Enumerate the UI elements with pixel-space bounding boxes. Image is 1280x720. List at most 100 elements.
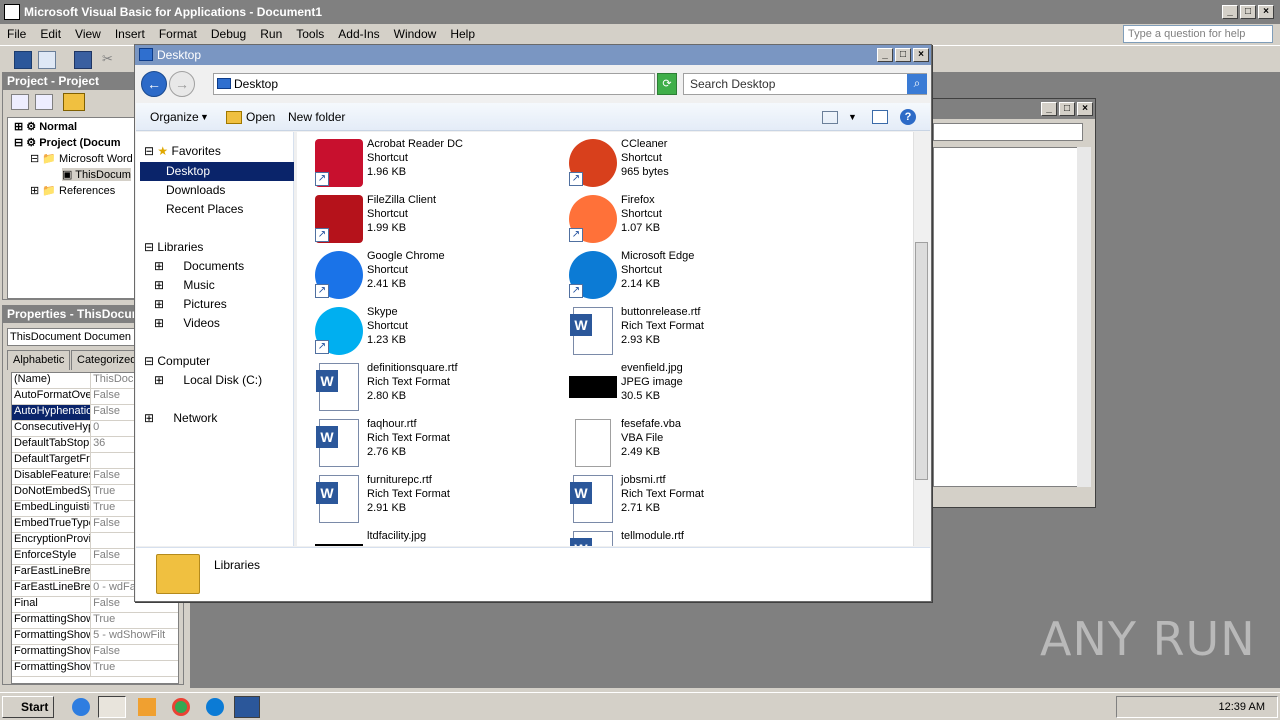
nav-computer[interactable]: ⊟ Computer: [144, 354, 210, 368]
file-item[interactable]: ltdfacility.jpg: [297, 528, 547, 546]
blank-file-icon: [575, 419, 611, 467]
file-list-scrollbar[interactable]: [913, 132, 929, 546]
file-item[interactable]: ↗ FileZilla Client Shortcut 1.99 KB: [297, 192, 547, 246]
file-item[interactable]: Wfurniturepc.rtf Rich Text Format 2.91 KB: [297, 472, 547, 526]
menu-view[interactable]: View: [68, 24, 108, 44]
property-row[interactable]: FormattingShow True: [12, 661, 178, 677]
file-item[interactable]: ↗ CCleaner Shortcut 965 bytes: [551, 136, 801, 190]
property-row[interactable]: FormattingShow 5 - wdShowFilt: [12, 629, 178, 645]
file-item[interactable]: ↗ Acrobat Reader DC Shortcut 1.96 KB: [297, 136, 547, 190]
menu-format[interactable]: Format: [152, 24, 204, 44]
nav-desktop[interactable]: Desktop: [140, 162, 294, 181]
property-value[interactable]: True: [91, 661, 178, 676]
organize-button[interactable]: Organize: [150, 110, 199, 124]
nav-pictures[interactable]: ⊞ Pictures: [154, 297, 227, 311]
code-minimize-icon[interactable]: _: [1041, 102, 1057, 116]
property-value[interactable]: 5 - wdShowFilt: [91, 629, 178, 644]
nav-favorites[interactable]: ⊟ ★ Favorites: [144, 144, 221, 158]
search-icon[interactable]: ⌕: [907, 74, 927, 94]
file-item[interactable]: ↗ Firefox Shortcut 1.07 KB: [551, 192, 801, 246]
view-code-icon[interactable]: [11, 94, 29, 110]
file-item[interactable]: Wjobsmi.rtf Rich Text Format 2.71 KB: [551, 472, 801, 526]
tab-categorized[interactable]: Categorized: [71, 350, 143, 370]
nav-music[interactable]: ⊞ Music: [154, 278, 215, 292]
code-maximize-icon[interactable]: □: [1059, 102, 1075, 116]
nav-documents[interactable]: ⊞ Documents: [154, 259, 244, 273]
property-row[interactable]: FormattingShow False: [12, 645, 178, 661]
tab-alphabetic[interactable]: Alphabetic: [7, 350, 71, 370]
preview-pane-icon[interactable]: [872, 110, 888, 124]
property-row[interactable]: FormattingShow True: [12, 613, 178, 629]
forward-icon[interactable]: →: [169, 71, 195, 97]
ie-icon[interactable]: [72, 698, 90, 716]
tree-node-project[interactable]: ⊟ ⚙ Project (Docum: [14, 136, 121, 149]
code-scrollbar[interactable]: [1077, 147, 1091, 487]
property-value[interactable]: True: [91, 613, 178, 628]
nav-videos[interactable]: ⊞ Videos: [154, 316, 220, 330]
nav-local-disk[interactable]: ⊞ Local Disk (C:): [154, 373, 262, 387]
change-view-icon[interactable]: [822, 111, 838, 124]
nav-libraries[interactable]: ⊟ Libraries: [144, 240, 203, 254]
explorer-taskbar-icon[interactable]: [98, 696, 126, 718]
tree-node-references[interactable]: ⊞ 📁 References: [30, 184, 115, 197]
cut-icon[interactable]: ✂: [102, 51, 120, 69]
properties-object-select[interactable]: ThisDocument Documen: [7, 328, 135, 346]
close-icon[interactable]: ×: [1258, 5, 1274, 19]
view-chevron-down-icon[interactable]: ▼: [848, 112, 857, 122]
insert-form-icon[interactable]: [38, 51, 56, 69]
code-editor[interactable]: [933, 147, 1081, 487]
menu-addins[interactable]: Add-Ins: [331, 24, 386, 44]
property-value[interactable]: False: [91, 645, 178, 660]
file-item[interactable]: ↗ Skype Shortcut 1.23 KB: [297, 304, 547, 358]
file-item[interactable]: fesefafe.vba VBA File 2.49 KB: [551, 416, 801, 470]
tree-node-thisdocument[interactable]: ▣ ThisDocum: [62, 168, 131, 181]
scrollbar-thumb[interactable]: [915, 242, 928, 480]
file-item[interactable]: evenfield.jpg JPEG image 30.5 KB: [551, 360, 801, 414]
menu-tools[interactable]: Tools: [289, 24, 331, 44]
menu-insert[interactable]: Insert: [108, 24, 152, 44]
word-icon[interactable]: [14, 51, 32, 69]
explorer-minimize-icon[interactable]: _: [877, 48, 893, 62]
explorer-close-icon[interactable]: ×: [913, 48, 929, 62]
nav-downloads[interactable]: Downloads: [166, 183, 225, 197]
nav-recent-places[interactable]: Recent Places: [166, 202, 243, 216]
tree-node-word-objects[interactable]: ⊟ 📁 Microsoft Word: [30, 152, 133, 165]
search-input[interactable]: Search Desktop: [683, 73, 927, 95]
back-icon[interactable]: ←: [141, 71, 167, 97]
edge-taskbar-icon[interactable]: [206, 698, 224, 716]
nav-network[interactable]: ⊞ Network: [144, 411, 217, 425]
open-button[interactable]: Open: [246, 110, 275, 124]
help-icon[interactable]: ?: [900, 109, 916, 125]
save-icon[interactable]: [74, 51, 92, 69]
ask-question-input[interactable]: Type a question for help: [1123, 25, 1273, 43]
view-object-icon[interactable]: [35, 94, 53, 110]
start-button[interactable]: Start: [2, 696, 54, 718]
code-close-icon[interactable]: ×: [1077, 102, 1093, 116]
menu-window[interactable]: Window: [387, 24, 444, 44]
toggle-folders-icon[interactable]: [63, 93, 85, 111]
new-folder-button[interactable]: New folder: [288, 110, 345, 124]
menu-run[interactable]: Run: [253, 24, 289, 44]
file-item[interactable]: Wfaqhour.rtf Rich Text Format 2.76 KB: [297, 416, 547, 470]
maximize-icon[interactable]: □: [1240, 5, 1256, 19]
menu-debug[interactable]: Debug: [204, 24, 253, 44]
word-taskbar-icon[interactable]: [234, 696, 260, 718]
media-player-icon[interactable]: [138, 698, 156, 716]
address-bar[interactable]: Desktop: [213, 73, 655, 95]
file-item[interactable]: Wbuttonrelease.rtf Rich Text Format 2.93 K…: [551, 304, 801, 358]
menu-edit[interactable]: Edit: [33, 24, 68, 44]
file-item[interactable]: ↗ Microsoft Edge Shortcut 2.14 KB: [551, 248, 801, 302]
file-size: 1.07 KB: [621, 222, 661, 234]
menu-file[interactable]: File: [0, 24, 33, 44]
refresh-icon[interactable]: ⟳: [657, 73, 677, 95]
minimize-icon[interactable]: _: [1222, 5, 1238, 19]
menu-help[interactable]: Help: [443, 24, 482, 44]
tree-node-normal[interactable]: ⊞ ⚙ Normal: [14, 120, 77, 133]
procedure-select[interactable]: [933, 123, 1083, 141]
chrome-taskbar-icon[interactable]: [172, 698, 190, 716]
explorer-maximize-icon[interactable]: □: [895, 48, 911, 62]
organize-chevron-down-icon[interactable]: ▼: [200, 112, 209, 122]
file-item[interactable]: Wdefinitionsquare.rtf Rich Text Format 2.8…: [297, 360, 547, 414]
file-item[interactable]: ↗ Google Chrome Shortcut 2.41 KB: [297, 248, 547, 302]
file-item[interactable]: Wtellmodule.rtf: [551, 528, 801, 546]
